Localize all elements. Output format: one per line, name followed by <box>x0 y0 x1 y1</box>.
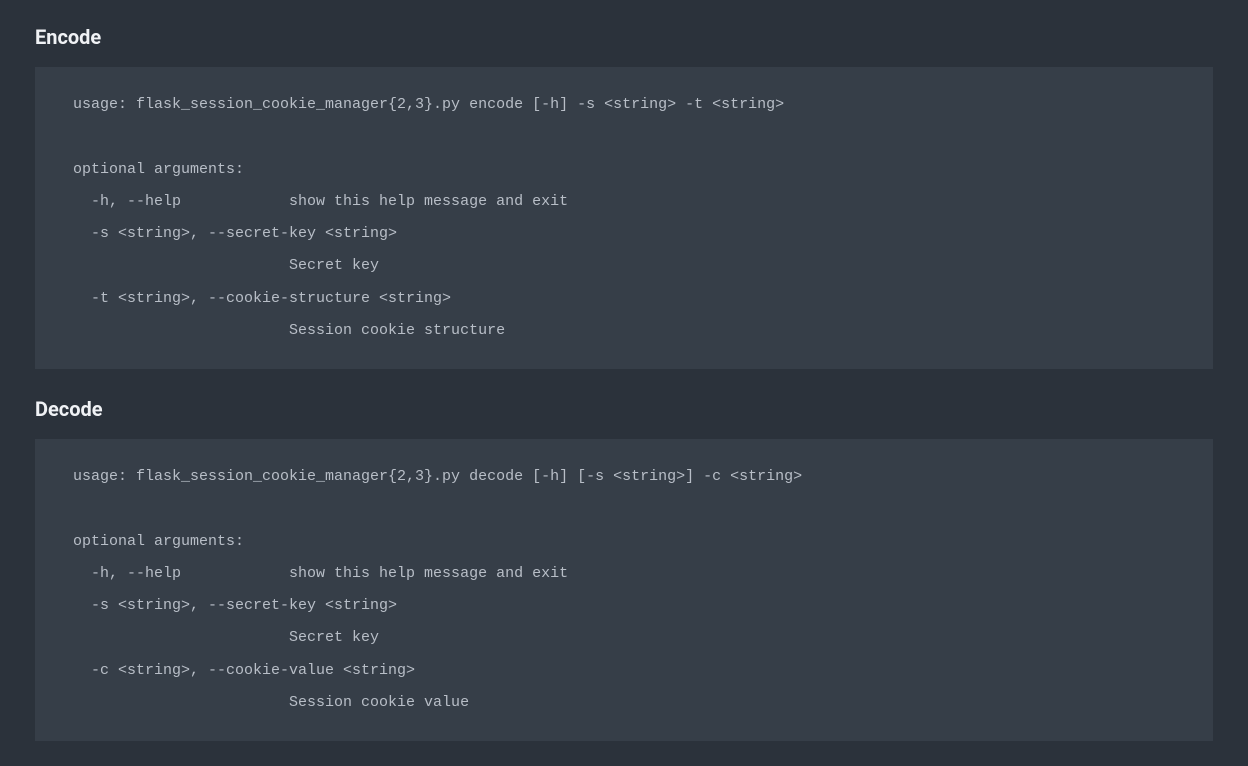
decode-heading: Decode <box>35 397 1213 421</box>
decode-code-block: usage: flask_session_cookie_manager{2,3}… <box>35 439 1213 741</box>
encode-heading: Encode <box>35 25 1213 49</box>
encode-code-block: usage: flask_session_cookie_manager{2,3}… <box>35 67 1213 369</box>
